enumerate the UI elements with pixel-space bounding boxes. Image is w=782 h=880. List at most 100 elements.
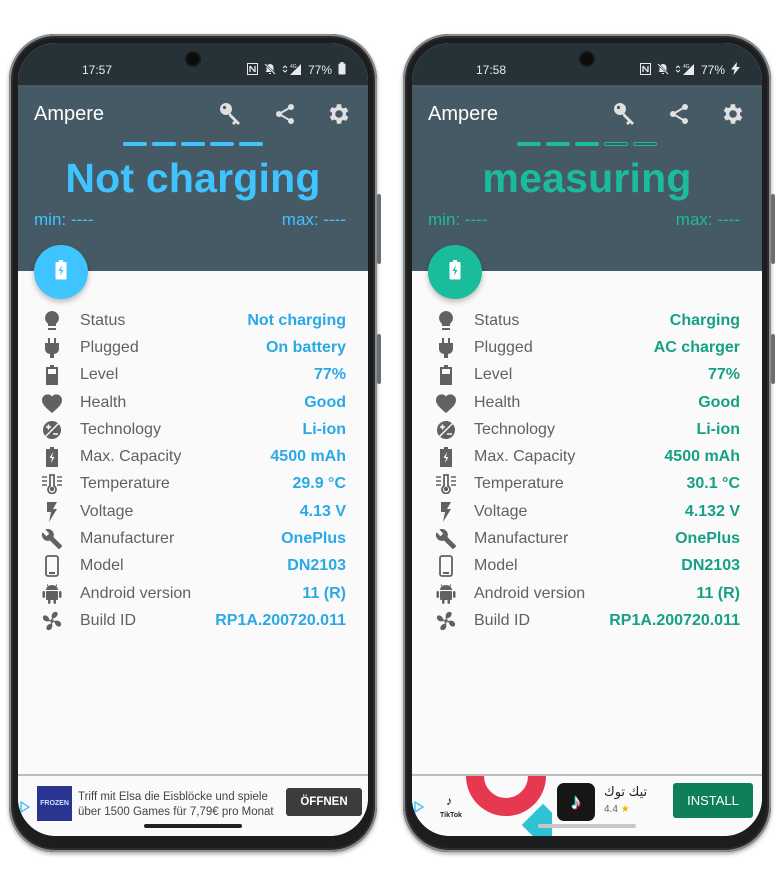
big-status-text: Not charging bbox=[65, 155, 321, 201]
gear-icon[interactable] bbox=[324, 99, 354, 129]
progress-bar-segment bbox=[546, 142, 570, 146]
info-label: Model bbox=[474, 557, 518, 575]
info-label: Health bbox=[80, 393, 127, 411]
ad-graphic: ♪ TikTok bbox=[432, 776, 552, 836]
info-label: Plugged bbox=[80, 338, 139, 356]
max-label: max: ---- bbox=[675, 210, 740, 229]
ad-rating: 4.4 ★ bbox=[604, 804, 630, 815]
info-value: Not charging bbox=[247, 311, 346, 329]
info-value: AC charger bbox=[653, 338, 740, 356]
info-row-level: Level 77% bbox=[18, 362, 368, 389]
info-label: Health bbox=[474, 393, 521, 411]
header: Ampere measuring min: ---- max: ---- bbox=[412, 85, 762, 299]
mute-bell-icon bbox=[264, 62, 276, 78]
info-list: Status Charging Plugged AC charger Level 77% H… bbox=[412, 271, 762, 635]
wrench-icon bbox=[40, 528, 64, 550]
info-label: Temperature bbox=[474, 475, 564, 493]
info-label: Manufacturer bbox=[474, 530, 569, 548]
info-label: Voltage bbox=[474, 502, 528, 520]
progress-bar-segment-empty bbox=[604, 142, 628, 146]
min-label: min: ---- bbox=[34, 210, 94, 229]
android-icon bbox=[40, 583, 64, 605]
header: Ampere Not charging min: ---- max: ---- bbox=[18, 85, 368, 299]
power-button bbox=[377, 334, 381, 384]
ad-text-line1: Triff mit Elsa die Eisblöcke und spiele bbox=[78, 791, 268, 803]
info-label: Max. Capacity bbox=[474, 448, 576, 466]
info-value: DN2103 bbox=[681, 557, 740, 575]
info-value: Li-ion bbox=[302, 420, 346, 438]
status-bar: 17:58 4G 77% bbox=[412, 43, 762, 85]
ad-app-name: تيك توك bbox=[604, 784, 648, 799]
info-value: 11 (R) bbox=[696, 584, 740, 602]
ad-banner[interactable]: ♪ TikTok ♪ تيك توك 4.4 ★ INSTALL bbox=[412, 774, 762, 836]
gear-icon[interactable] bbox=[718, 99, 748, 129]
info-row-build-id: Build ID RP1A.200720.011 bbox=[18, 607, 368, 634]
app-title: Ampere bbox=[34, 103, 105, 125]
battery-charging-icon bbox=[40, 446, 64, 468]
info-label: Android version bbox=[80, 584, 192, 602]
share-icon[interactable] bbox=[270, 99, 300, 129]
info-value: Good bbox=[304, 393, 346, 411]
battery-percent: 77% bbox=[700, 63, 725, 77]
ad-brand-label: TikTok bbox=[440, 812, 462, 819]
battery-fab-button[interactable] bbox=[34, 245, 88, 299]
info-value: 11 (R) bbox=[302, 584, 346, 602]
info-row-health: Health Good bbox=[412, 389, 762, 416]
info-row-model: Model DN2103 bbox=[412, 553, 762, 580]
info-list: Status Not charging Plugged On battery Level… bbox=[18, 271, 368, 635]
info-label: Build ID bbox=[80, 611, 137, 629]
charging-bolt-icon bbox=[731, 62, 740, 78]
flash-icon bbox=[434, 501, 458, 523]
home-indicator[interactable] bbox=[538, 824, 636, 828]
battery-icon bbox=[338, 62, 346, 78]
info-row-status: Status Not charging bbox=[18, 307, 368, 334]
progress-bar-segment bbox=[517, 142, 541, 146]
phone-icon bbox=[434, 555, 458, 578]
ad-choices-icon[interactable] bbox=[414, 800, 425, 818]
nfc-icon bbox=[246, 62, 258, 78]
android-icon bbox=[434, 583, 458, 605]
battery-charging-icon bbox=[449, 259, 461, 285]
battery-icon bbox=[40, 364, 64, 386]
key-icon[interactable] bbox=[216, 99, 246, 129]
info-value: 4500 mAh bbox=[270, 448, 346, 466]
info-value: 30.1 °C bbox=[686, 475, 740, 493]
ad-text-line2: über 1500 Games für 7,79€ pro Monat bbox=[78, 806, 274, 818]
ad-install-button[interactable]: INSTALL bbox=[673, 783, 753, 818]
ad-choices-icon[interactable] bbox=[20, 800, 31, 818]
home-indicator[interactable] bbox=[144, 824, 242, 828]
tiktok-app-icon: ♪ bbox=[557, 783, 595, 821]
big-status-text: measuring bbox=[482, 155, 692, 201]
fan-icon bbox=[40, 610, 64, 632]
lightbulb-icon bbox=[434, 310, 458, 332]
ad-open-button[interactable]: ÖFFNEN bbox=[286, 788, 362, 816]
info-value: Charging bbox=[669, 311, 740, 329]
info-label: Build ID bbox=[474, 611, 531, 629]
key-icon[interactable] bbox=[610, 99, 640, 129]
ad-banner[interactable]: FROZEN Triff mit Elsa die Eisblöcke und … bbox=[18, 774, 368, 836]
plug-icon bbox=[40, 337, 64, 359]
info-label: Model bbox=[80, 557, 124, 575]
signal-4g-icon: 4G bbox=[282, 63, 302, 78]
share-icon[interactable] bbox=[664, 99, 694, 129]
info-row-android-version: Android version 11 (R) bbox=[412, 580, 762, 607]
phone-right: 17:58 4G 77% Ampere measuring min: ---- … bbox=[403, 34, 775, 852]
wrench-icon bbox=[434, 528, 458, 550]
progress-bar-segment bbox=[152, 142, 176, 146]
info-row-plugged: Plugged On battery bbox=[18, 334, 368, 361]
phone-left: 17:57 4G 77% Ampere Not charging min: --… bbox=[9, 34, 381, 852]
power-button bbox=[771, 334, 775, 384]
battery-percent: 77% bbox=[307, 63, 332, 77]
ad-logo: FROZEN bbox=[37, 786, 72, 821]
camera-cutout bbox=[187, 53, 199, 65]
info-value: 77% bbox=[707, 366, 740, 384]
info-row-plugged: Plugged AC charger bbox=[412, 334, 762, 361]
min-label: min: ---- bbox=[428, 210, 488, 229]
battery-charging-icon bbox=[434, 446, 458, 468]
info-label: Voltage bbox=[80, 502, 134, 520]
ad-graphic-ring bbox=[466, 776, 546, 816]
info-row-manufacturer: Manufacturer OnePlus bbox=[18, 525, 368, 552]
star-icon: ★ bbox=[620, 804, 630, 815]
battery-fab-button[interactable] bbox=[428, 245, 482, 299]
battery-charging-icon bbox=[55, 259, 67, 285]
